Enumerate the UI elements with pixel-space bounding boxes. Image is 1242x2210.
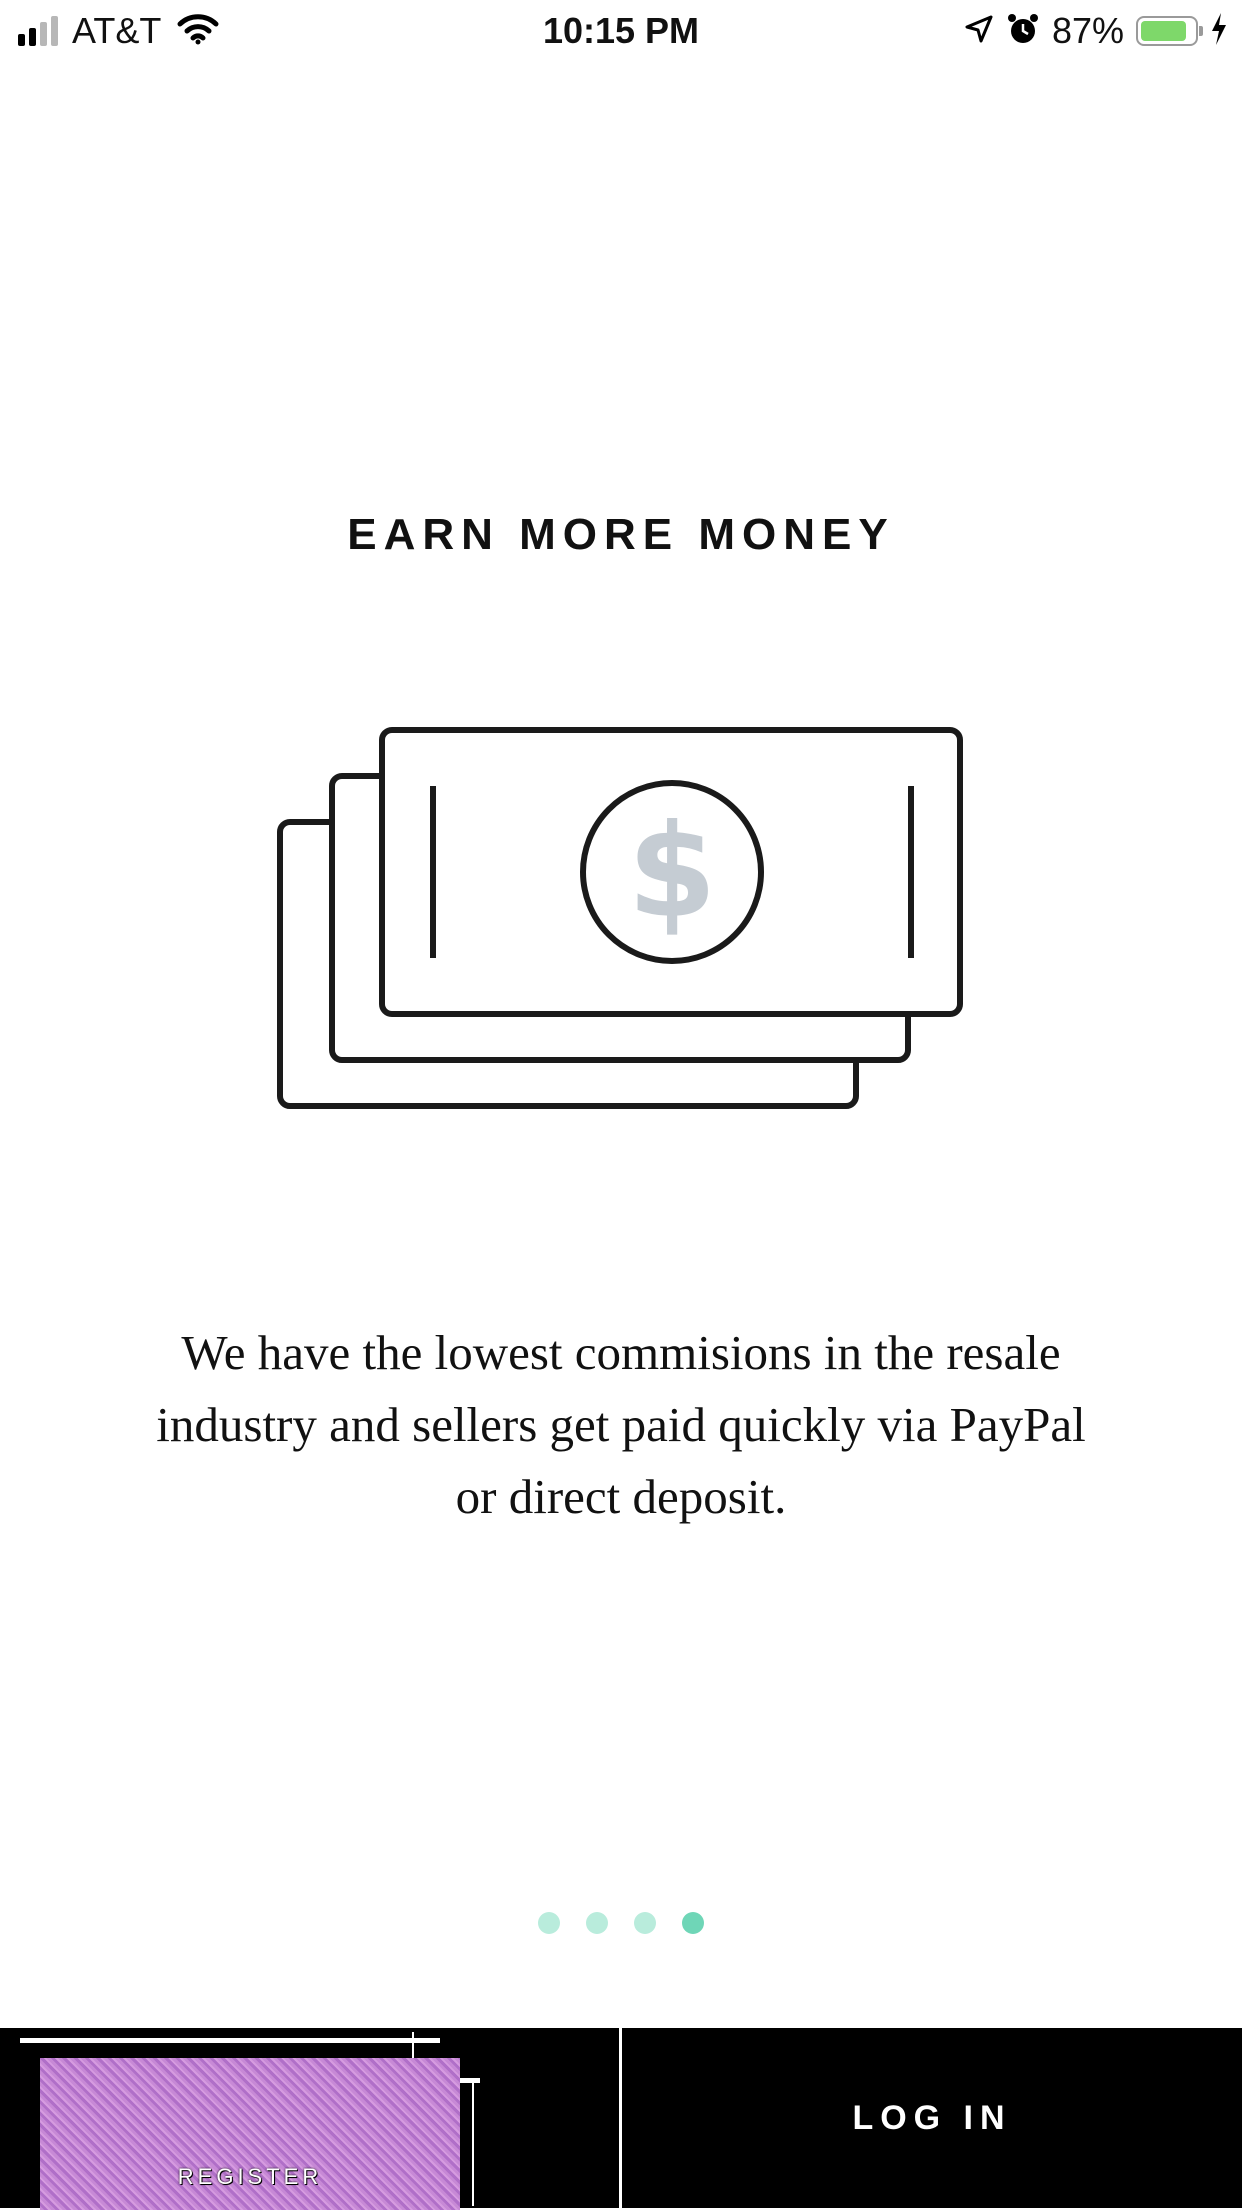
charging-icon [1210,12,1228,51]
page-dot-2[interactable] [586,1912,608,1934]
money-stack-icon: $ [270,716,970,1116]
battery-percent: 87% [1051,10,1124,51]
glitch-line [20,2038,440,2043]
page-dot-3[interactable] [634,1912,656,1934]
status-bar: AT&T 10:15 PM 87% [0,0,1242,62]
page-dot-4[interactable] [682,1912,704,1934]
battery-icon [1136,16,1203,46]
onboarding-title: EARN MORE MONEY [347,510,895,559]
page-dot-1[interactable] [538,1912,560,1934]
alarm-icon [1006,12,1040,51]
auth-bar: REGISTER LOG IN [0,2028,1242,2210]
glitch-line [472,2080,474,2206]
page-indicator[interactable] [0,1912,1242,1934]
svg-text:$: $ [627,798,716,947]
login-button[interactable]: LOG IN [622,2028,1242,2208]
register-button[interactable]: REGISTER [40,2058,460,2210]
onboarding-description: We have the lowest commisions in the res… [156,1325,1086,1524]
register-label: REGISTER [177,2164,323,2189]
location-icon [964,14,994,49]
